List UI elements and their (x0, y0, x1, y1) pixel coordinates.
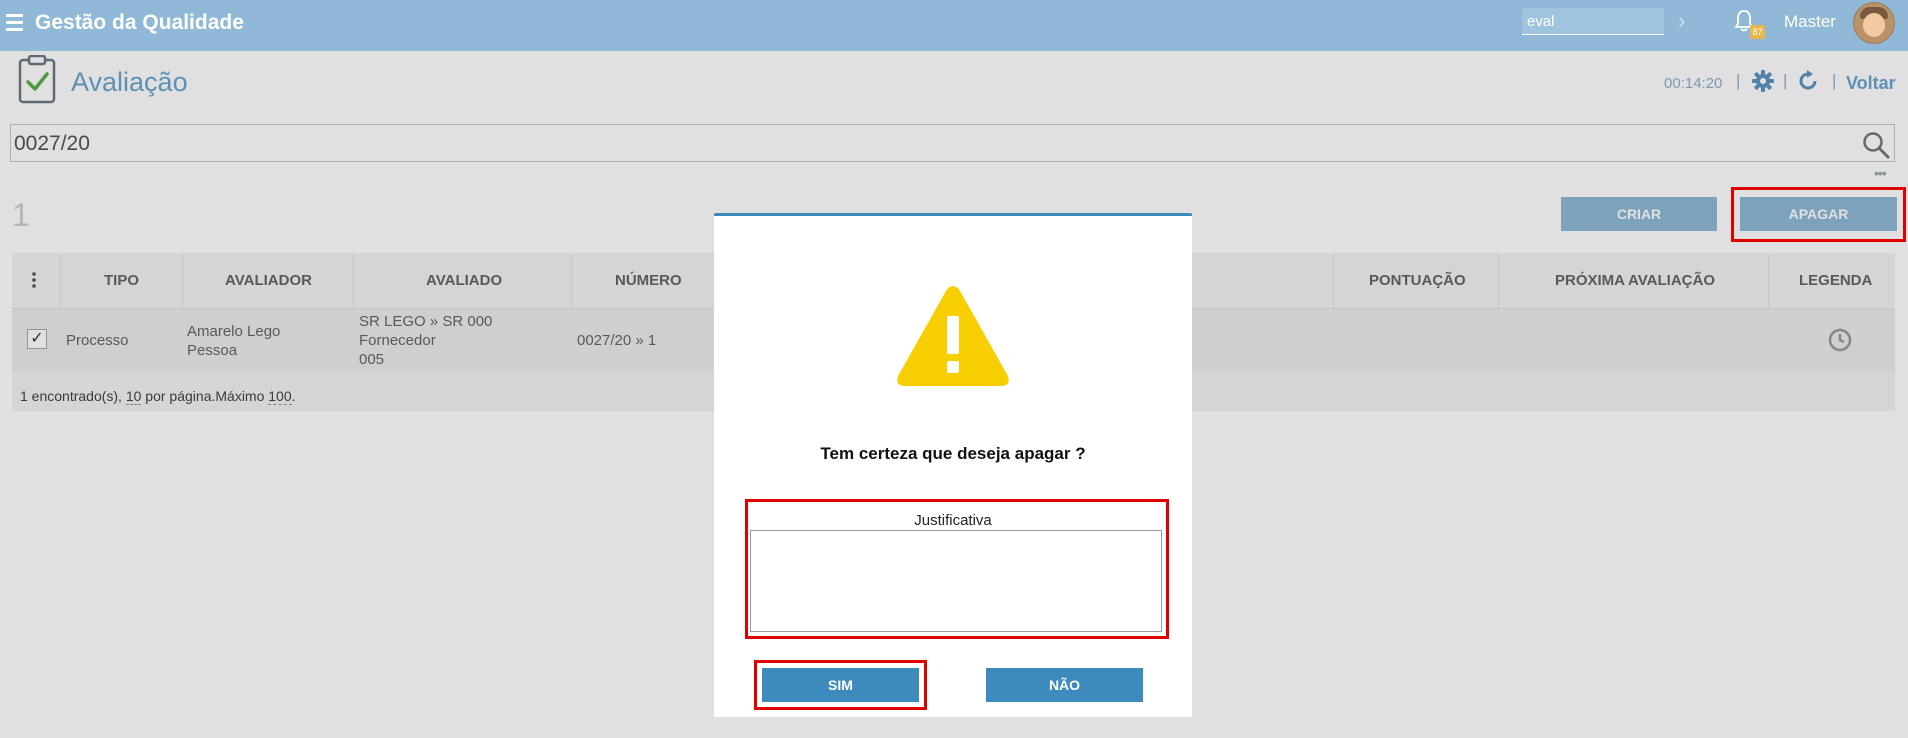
confirm-message: Tem certeza que deseja apagar ? (820, 444, 1086, 463)
global-search-input[interactable]: eval (1522, 8, 1664, 35)
top-bar: Gestão da Qualidade eval › 87 Master (0, 0, 1908, 51)
warning-icon (894, 282, 1012, 395)
app-title[interactable]: Gestão da Qualidade (35, 11, 244, 35)
notification-badge: 87 (1750, 25, 1765, 39)
justification-label: Justificativa (914, 512, 992, 529)
confirm-yes-button[interactable]: SIM (762, 668, 919, 702)
justification-textarea[interactable] (750, 530, 1162, 632)
chevron-right-icon[interactable]: › (1678, 8, 1685, 34)
confirm-no-button[interactable]: NÃO (986, 668, 1143, 702)
menu-icon[interactable] (6, 14, 23, 31)
avatar[interactable] (1853, 2, 1895, 44)
confirm-delete-dialog: Tem certeza que deseja apagar ? Justific… (714, 213, 1192, 717)
user-name[interactable]: Master (1784, 12, 1836, 32)
